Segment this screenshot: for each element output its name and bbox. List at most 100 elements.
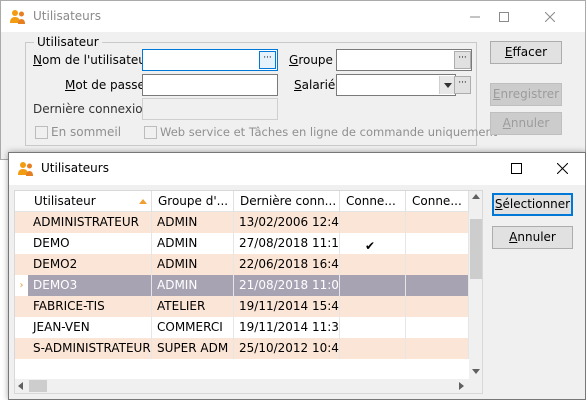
cell-user: JEAN-VEN — [28, 317, 152, 338]
cell-last-login: 19/11/2014 15:44 — [234, 296, 340, 317]
connected-check-icon: ✔ — [365, 239, 376, 253]
save-button[interactable]: Enregistrer — [490, 83, 562, 106]
select-button[interactable]: Sélectionner — [492, 193, 573, 216]
vertical-scrollbar[interactable] — [469, 191, 482, 379]
column-header-user-label: Utilisateur — [34, 194, 96, 208]
front-window-title: Utilisateurs — [41, 161, 109, 175]
table-row[interactable]: ADMINISTRATEUR ADMIN 13/02/2006 12:46 — [15, 212, 469, 233]
horizontal-scroll-thumb[interactable] — [29, 380, 47, 392]
close-icon — [556, 163, 568, 174]
back-cancel-button[interactable]: Annuler — [490, 112, 562, 135]
cell-last-login: 27/08/2018 11:19 — [234, 233, 340, 254]
cell-connected-1 — [340, 338, 406, 359]
cell-connected-2 — [406, 275, 469, 296]
back-window: Utilisateurs Utilisateur Nom de l'utilis… — [0, 0, 586, 160]
cell-group: ADMIN — [152, 254, 234, 275]
back-window-title: Utilisateurs — [33, 9, 101, 23]
cell-connected-2 — [406, 296, 469, 317]
column-header-group[interactable]: Groupe d'... — [152, 191, 234, 212]
asleep-checkbox[interactable] — [35, 126, 48, 139]
front-window: Utilisateurs Utilisateur Groupe d'... De… — [8, 152, 586, 400]
cell-last-login: 19/11/2014 11:33 — [234, 317, 340, 338]
column-header-connected-2[interactable]: Conne... — [406, 191, 469, 212]
group-input[interactable] — [336, 49, 472, 71]
maximize-icon — [510, 163, 522, 174]
cell-last-login: 25/10/2012 10:47 — [234, 338, 340, 359]
cell-user: ADMINISTRATEUR — [28, 212, 152, 233]
cell-connected-1: ✔ — [340, 233, 406, 254]
scroll-down-icon[interactable] — [472, 369, 480, 374]
username-browse-button[interactable]: ··· — [259, 51, 276, 69]
cell-last-login: 21/08/2018 11:00 — [234, 275, 340, 296]
column-header-user[interactable]: Utilisateur — [28, 191, 152, 212]
cell-connected-2 — [406, 212, 469, 233]
username-input[interactable] — [142, 49, 278, 71]
maximize-icon — [499, 11, 509, 22]
group-label: Groupe — [289, 53, 333, 67]
employee-label: Salarié — [294, 78, 336, 92]
cell-connected-2 — [406, 233, 469, 254]
table-row-selected[interactable]: › DEMO3 ADMIN 21/08/2018 11:00 — [15, 275, 469, 296]
users-app-icon — [10, 10, 25, 24]
minimize-icon — [470, 16, 480, 17]
vertical-scroll-thumb[interactable] — [470, 219, 482, 279]
front-titlebar: Utilisateurs — [9, 153, 585, 185]
cell-connected-1 — [340, 254, 406, 275]
cell-user: S-ADMINISTRATEUR — [28, 338, 152, 359]
cell-group: COMMERCI — [152, 317, 234, 338]
table-row[interactable]: JEAN-VEN COMMERCI 19/11/2014 11:33 — [15, 317, 469, 338]
table-row[interactable]: DEMO ADMIN 27/08/2018 11:19 ✔ — [15, 233, 469, 254]
username-label: Nom de l'utilisateur — [33, 53, 151, 67]
last-login-field — [142, 98, 278, 120]
current-row-marker-icon: › — [15, 275, 28, 296]
horizontal-scrollbar[interactable] — [15, 379, 469, 393]
scroll-left-icon[interactable] — [18, 382, 23, 390]
cell-user: DEMO3 — [28, 275, 152, 296]
clear-button[interactable]: Effacer — [490, 41, 562, 64]
scroll-right-icon[interactable] — [459, 382, 464, 390]
front-cancel-button[interactable]: Annuler — [492, 226, 573, 249]
cell-connected-1 — [340, 212, 406, 233]
front-close-button[interactable] — [539, 153, 585, 184]
group-browse-button[interactable]: ··· — [454, 51, 471, 69]
column-header-connected-1[interactable]: Conne... — [340, 191, 406, 212]
grid-header: Utilisateur Groupe d'... Dernière conn..… — [15, 191, 469, 212]
employee-combo-arrow[interactable] — [439, 76, 455, 94]
chevron-down-icon — [443, 82, 452, 88]
cell-connected-2 — [406, 254, 469, 275]
cell-connected-2 — [406, 317, 469, 338]
back-titlebar: Utilisateurs — [1, 1, 585, 32]
cell-group: ADMIN — [152, 233, 234, 254]
users-grid[interactable]: Utilisateur Groupe d'... Dernière conn..… — [14, 190, 483, 394]
table-row[interactable]: DEMO2 ADMIN 22/06/2018 16:42 — [15, 254, 469, 275]
user-group-legend: Utilisateur — [34, 35, 102, 49]
asleep-label: En sommeil — [51, 125, 122, 139]
cell-group: SUPER ADM — [152, 338, 234, 359]
employee-browse-button[interactable]: ··· — [454, 76, 471, 94]
cell-connected-1 — [340, 296, 406, 317]
front-maximize-button[interactable] — [493, 153, 539, 184]
users-app-icon — [18, 162, 33, 176]
last-login-label: Dernière connexion — [33, 102, 151, 116]
cell-connected-1 — [340, 317, 406, 338]
webservice-label: Web service et Tâches en ligne de comman… — [160, 125, 498, 139]
scroll-up-icon[interactable] — [472, 194, 480, 199]
table-row[interactable]: S-ADMINISTRATEUR SUPER ADM 25/10/2012 10… — [15, 338, 469, 359]
cell-connected-2 — [406, 338, 469, 359]
password-input[interactable] — [142, 74, 278, 96]
webservice-checkbox[interactable] — [144, 126, 157, 139]
scroll-corner — [469, 379, 482, 393]
cell-user: FABRICE-TIS — [28, 296, 152, 317]
cell-last-login: 22/06/2018 16:42 — [234, 254, 340, 275]
password-label: Mot de passe — [65, 78, 145, 92]
sort-ascending-icon — [139, 199, 147, 204]
cell-last-login: 13/02/2006 12:46 — [234, 212, 340, 233]
employee-combo[interactable] — [336, 74, 456, 96]
maximize-button[interactable] — [481, 1, 527, 32]
cell-group: ATELIER — [152, 296, 234, 317]
table-row[interactable]: FABRICE-TIS ATELIER 19/11/2014 15:44 — [15, 296, 469, 317]
column-header-last-login[interactable]: Dernière conn... — [234, 191, 340, 212]
close-button[interactable] — [527, 1, 573, 32]
cell-connected-1 — [340, 275, 406, 296]
cell-group: ADMIN — [152, 212, 234, 233]
